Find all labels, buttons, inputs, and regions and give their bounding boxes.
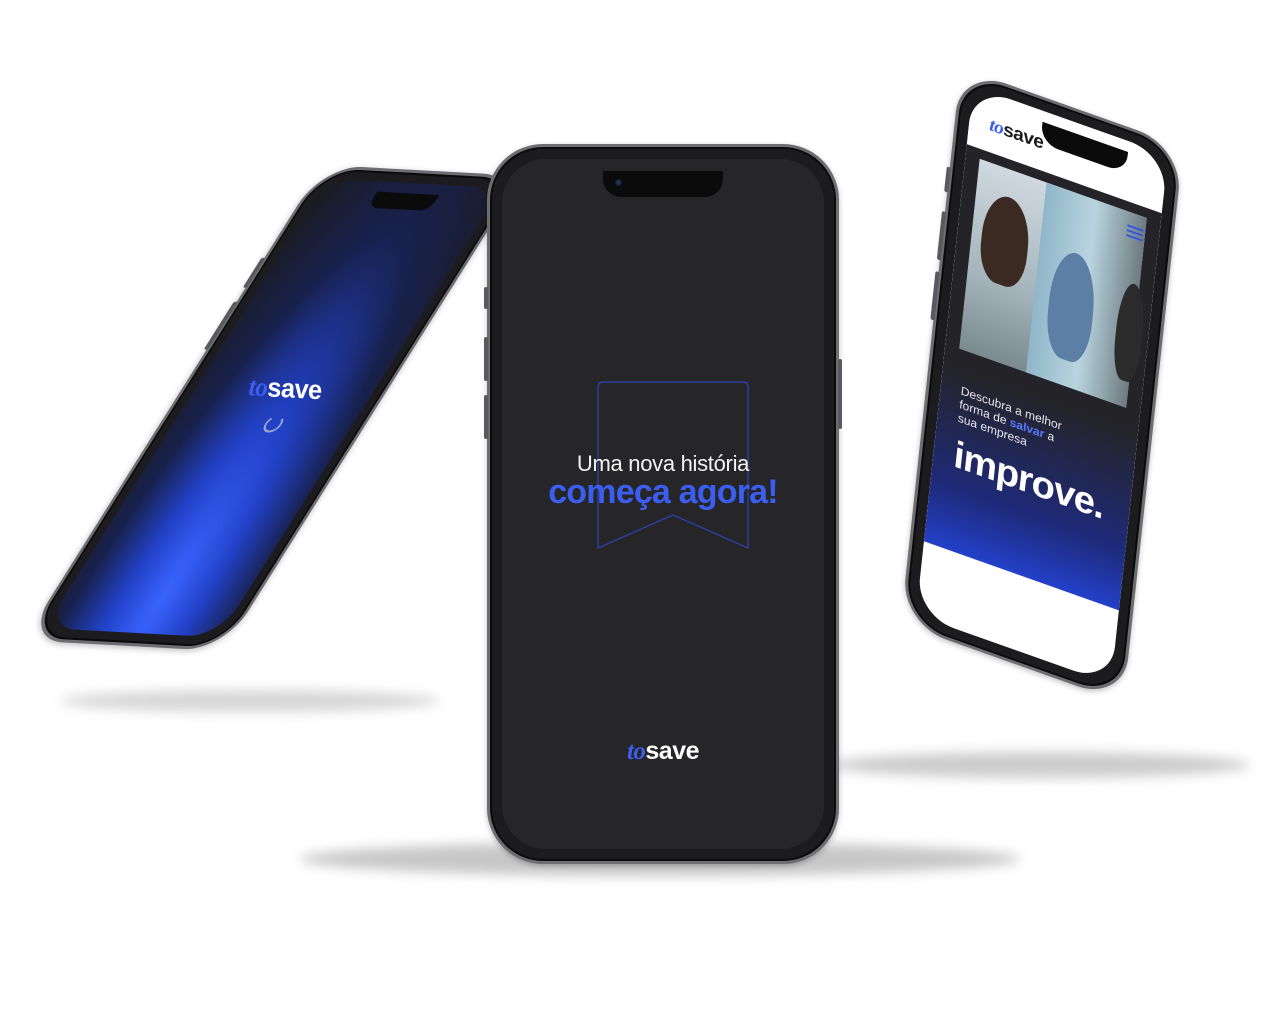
tosave-logo[interactable]: tosave (988, 114, 1044, 154)
logo-save: save (645, 737, 700, 765)
right-phone-shadow (830, 752, 1250, 778)
office-photo (959, 158, 1148, 408)
notch (603, 171, 723, 197)
left-phone-shadow (60, 690, 440, 712)
phone-right: tosave Descubra a melhor forma de salvar… (900, 67, 1184, 703)
phone-left: tosave (23, 164, 523, 652)
tosave-logo: tosave (197, 368, 373, 409)
hero-line2-b: a (1043, 427, 1056, 445)
camera-icon (615, 179, 622, 186)
side-button (930, 270, 940, 321)
phone-center: Uma nova história começa agora! tosave (484, 144, 842, 864)
tosave-logo: tosave (502, 737, 824, 766)
center-phone-screen: Uma nova história começa agora! tosave (502, 159, 824, 849)
right-phone-screen: tosave Descubra a melhor forma de salvar… (916, 86, 1168, 684)
hero-section: Descubra a melhor forma de salvar a sua … (923, 144, 1162, 611)
headline-line2: começa agora! (548, 473, 778, 511)
person-left (977, 189, 1033, 293)
person-right (1111, 279, 1148, 386)
side-button (944, 166, 951, 193)
logo-to: to (247, 371, 269, 403)
notch (367, 191, 440, 211)
side-button (838, 359, 842, 429)
logo-to: to (626, 738, 646, 765)
side-button (936, 210, 947, 261)
side-button (484, 337, 488, 381)
person-center (1043, 245, 1099, 368)
side-button (484, 287, 488, 309)
logo-save: save (266, 371, 323, 406)
logo-save: save (1002, 119, 1045, 154)
loading-spinner-icon (259, 415, 287, 433)
side-button (484, 395, 488, 439)
left-phone-screen: tosave (44, 178, 502, 638)
